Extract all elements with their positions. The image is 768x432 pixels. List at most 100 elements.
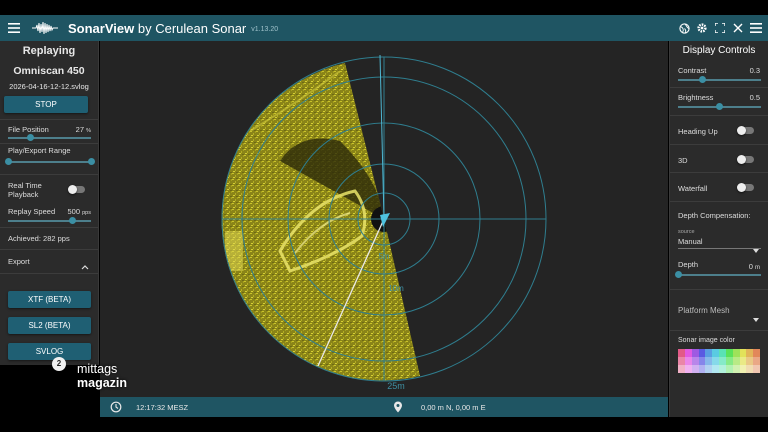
color-swatch[interactable] [698, 365, 706, 373]
replay-speed-slider[interactable] [8, 217, 91, 224]
depth-handle[interactable] [674, 271, 682, 278]
log-file-name: 2026-04-16-12-12.svlog [9, 82, 89, 91]
color-swatch[interactable] [698, 349, 706, 357]
export-xtf-button[interactable]: XTF (BETA) [8, 291, 91, 308]
broadcaster-logo-badge: 2 [52, 357, 66, 371]
menu-right-icon[interactable] [750, 21, 762, 35]
export-title: Export [8, 257, 30, 266]
contrast-handle[interactable] [699, 76, 707, 83]
realtime-playback-label: Real Time Playback [8, 181, 42, 199]
range-start-handle[interactable] [5, 158, 12, 165]
color-swatch[interactable] [732, 349, 740, 357]
color-swatch[interactable] [705, 357, 713, 365]
color-swatch[interactable] [732, 365, 740, 373]
color-swatch[interactable] [712, 357, 719, 365]
heading-up-toggle[interactable] [737, 126, 754, 135]
sonar-color-palette[interactable] [678, 349, 760, 373]
color-swatch[interactable] [698, 357, 706, 365]
color-swatch[interactable] [691, 349, 699, 357]
color-swatch[interactable] [705, 365, 713, 373]
menu-icon[interactable] [0, 15, 28, 41]
play-export-range-slider[interactable] [5, 158, 95, 165]
device-name: Omniscan 450 [13, 65, 85, 77]
color-swatch[interactable] [719, 365, 726, 373]
brightness-handle[interactable] [716, 103, 723, 110]
file-position-label: File Position [8, 125, 49, 134]
color-swatch[interactable] [684, 365, 692, 373]
color-swatch[interactable] [739, 365, 747, 373]
color-swatch[interactable] [684, 357, 692, 365]
close-icon[interactable] [732, 21, 744, 35]
color-swatch[interactable] [746, 357, 754, 365]
bottom-letterbox [0, 417, 768, 432]
range-label-25m: 25m [387, 381, 405, 391]
color-swatch[interactable] [753, 365, 760, 373]
sonar-image-color-label: Sonar image color [678, 337, 735, 344]
export-sl2-button[interactable]: SL2 (BETA) [8, 317, 91, 334]
contrast-label: Contrast [678, 66, 707, 75]
display-controls-panel: Display Controls Contrast 0.3 Brightness… [669, 41, 768, 417]
depth-label: Depth [678, 260, 699, 269]
sonar-view[interactable]: 5m 10m 25m [100, 41, 668, 397]
color-swatch[interactable] [746, 365, 754, 373]
app-title: SonarView by Cerulean Sonar [68, 20, 247, 36]
color-swatch[interactable] [739, 349, 747, 357]
top-letterbox [0, 0, 768, 15]
realtime-playback-toggle[interactable] [68, 185, 85, 194]
file-position-handle[interactable] [26, 134, 34, 141]
platform-mesh-select[interactable]: Platform Mesh [670, 290, 768, 331]
brightness-slider[interactable] [678, 103, 761, 110]
color-swatch[interactable] [678, 349, 685, 357]
color-swatch[interactable] [753, 357, 760, 365]
contrast-slider[interactable] [678, 76, 761, 83]
waterfall-toggle[interactable] [737, 183, 754, 192]
color-swatch[interactable] [712, 365, 719, 373]
color-swatch[interactable] [732, 357, 740, 365]
chevron-up-icon[interactable] [81, 257, 89, 275]
color-swatch[interactable] [725, 365, 733, 373]
range-label-10m: 10m [388, 284, 404, 293]
platform-mesh-label: Platform Mesh [678, 306, 730, 315]
color-swatch[interactable] [684, 349, 692, 357]
depth-slider[interactable] [674, 271, 761, 278]
source-select[interactable]: Manual [678, 235, 761, 253]
export-header[interactable]: Export [0, 250, 98, 274]
depth-compensation-label: Depth Compensation: [678, 211, 751, 220]
range-end-handle[interactable] [88, 158, 95, 165]
replay-panel: Replaying Omniscan 450 2026-04-16-12-12.… [0, 41, 99, 365]
color-swatch[interactable] [691, 365, 699, 373]
status-time: 12:17:32 MESZ [136, 403, 189, 412]
brightness-value: 0.5 [749, 93, 760, 102]
heading-line [379, 54, 385, 220]
color-swatch[interactable] [705, 349, 713, 357]
color-swatch[interactable] [746, 349, 754, 357]
range-label-5m: 5m [378, 252, 389, 261]
depth-value: 0 m [748, 262, 760, 271]
sonar-sector [221, 63, 420, 381]
achieved-rate: Achieved: 282 pps [8, 234, 70, 243]
status-bar: 12:17:32 MESZ 0,00 m N, 0,00 m E [100, 397, 668, 417]
sonar-canvas[interactable]: 5m 10m 25m [100, 41, 668, 397]
stop-button[interactable]: STOP [4, 96, 88, 113]
color-swatch[interactable] [691, 357, 699, 365]
app-version: v1.13.20 [251, 26, 279, 33]
color-swatch[interactable] [753, 349, 760, 357]
replay-speed-label: Replay Speed [8, 207, 56, 216]
color-swatch[interactable] [712, 349, 719, 357]
3d-toggle[interactable] [737, 155, 754, 164]
replay-title: Replaying [22, 45, 76, 57]
gear-icon[interactable] [696, 21, 708, 35]
export-svlog-button[interactable]: SVLOG [8, 343, 91, 360]
fullscreen-icon[interactable] [714, 21, 726, 35]
color-swatch[interactable] [725, 349, 733, 357]
globe-icon[interactable] [678, 21, 690, 35]
color-swatch[interactable] [725, 357, 733, 365]
color-swatch[interactable] [719, 349, 726, 357]
replay-speed-handle[interactable] [69, 217, 77, 224]
color-swatch[interactable] [678, 365, 685, 373]
color-swatch[interactable] [739, 357, 747, 365]
file-position-slider[interactable] [8, 134, 91, 141]
sonar-wave-logo-icon [30, 15, 60, 41]
color-swatch[interactable] [719, 357, 726, 365]
color-swatch[interactable] [678, 357, 685, 365]
